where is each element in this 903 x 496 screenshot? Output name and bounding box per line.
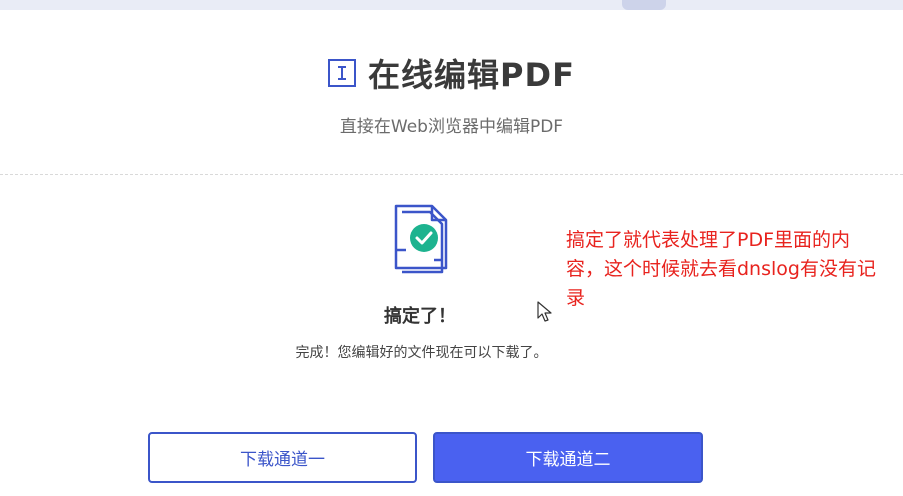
download-channel-2-label: 下载通道二 bbox=[525, 450, 611, 470]
top-tab[interactable] bbox=[622, 0, 666, 10]
result-message: 完成！您编辑好的文件现在可以下载了。 bbox=[295, 345, 548, 361]
top-strip bbox=[0, 0, 903, 10]
page-title: 在线编辑PDF bbox=[368, 56, 575, 94]
download-channel-1-label: 下载通道一 bbox=[240, 450, 325, 470]
page-subtitle: 直接在Web浏览器中编辑PDF bbox=[339, 117, 564, 137]
mouse-cursor-icon bbox=[537, 301, 553, 323]
annotation-note: 搞定了就代表处理了PDF里面的内容，这个时候就去看dnslog有没有记录 bbox=[566, 229, 876, 309]
download-channel-1-button[interactable]: 下载通道一 bbox=[148, 432, 417, 483]
header: 在线编辑PDF 直接在Web浏览器中编辑PDF bbox=[0, 50, 903, 137]
download-channel-2-button[interactable]: 下载通道二 bbox=[433, 432, 703, 483]
text-cursor-icon bbox=[328, 59, 357, 87]
page: 在线编辑PDF 直接在Web浏览器中编辑PDF 搞定了！ 完成！您编辑好的文件现… bbox=[0, 0, 903, 496]
document-check-icon bbox=[392, 200, 454, 276]
title-row: 在线编辑PDF bbox=[328, 50, 575, 96]
divider bbox=[0, 174, 903, 175]
